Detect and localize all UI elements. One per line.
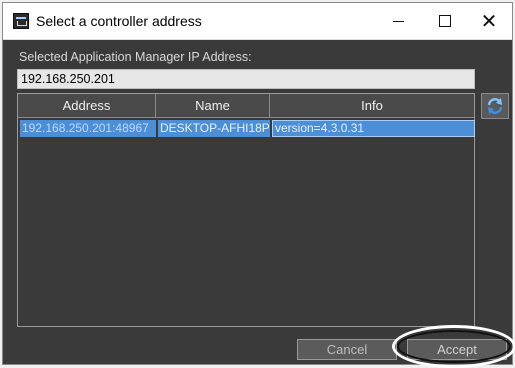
column-header-address[interactable]: Address — [18, 94, 156, 117]
maximize-button[interactable] — [421, 3, 467, 39]
minimize-icon — [393, 21, 404, 22]
minimize-button[interactable] — [375, 3, 421, 39]
accept-highlight-ring — [392, 325, 515, 368]
selected-ip-field[interactable]: 192.168.250.201 — [17, 69, 475, 89]
selected-ip-label: Selected Application Manager IP Address: — [19, 50, 252, 64]
table-row[interactable]: 192.168.250.201:48967 DESKTOP-AFHI18P ve… — [20, 120, 475, 137]
maximize-icon — [439, 15, 451, 27]
cell-info[interactable]: version=4.3.0.31 — [272, 120, 475, 137]
cell-name[interactable]: DESKTOP-AFHI18P — [158, 120, 270, 137]
column-header-info[interactable]: Info — [270, 94, 474, 117]
close-button[interactable]: ✕ — [466, 3, 512, 39]
table-header: Address Name Info — [18, 94, 474, 118]
cancel-button[interactable]: Cancel — [297, 339, 397, 360]
title-bar: Select a controller address ✕ — [3, 3, 512, 40]
window-title: Select a controller address — [36, 13, 202, 29]
app-icon — [13, 13, 29, 29]
controller-list[interactable]: Address Name Info 192.168.250.201:48967 … — [17, 93, 475, 327]
close-icon: ✕ — [480, 9, 498, 33]
column-header-name[interactable]: Name — [156, 94, 270, 117]
refresh-icon — [487, 98, 503, 114]
controller-address-dialog: Select a controller address ✕ Selected A… — [2, 2, 515, 368]
refresh-button[interactable] — [481, 93, 509, 119]
cell-address[interactable]: 192.168.250.201:48967 — [20, 120, 156, 137]
